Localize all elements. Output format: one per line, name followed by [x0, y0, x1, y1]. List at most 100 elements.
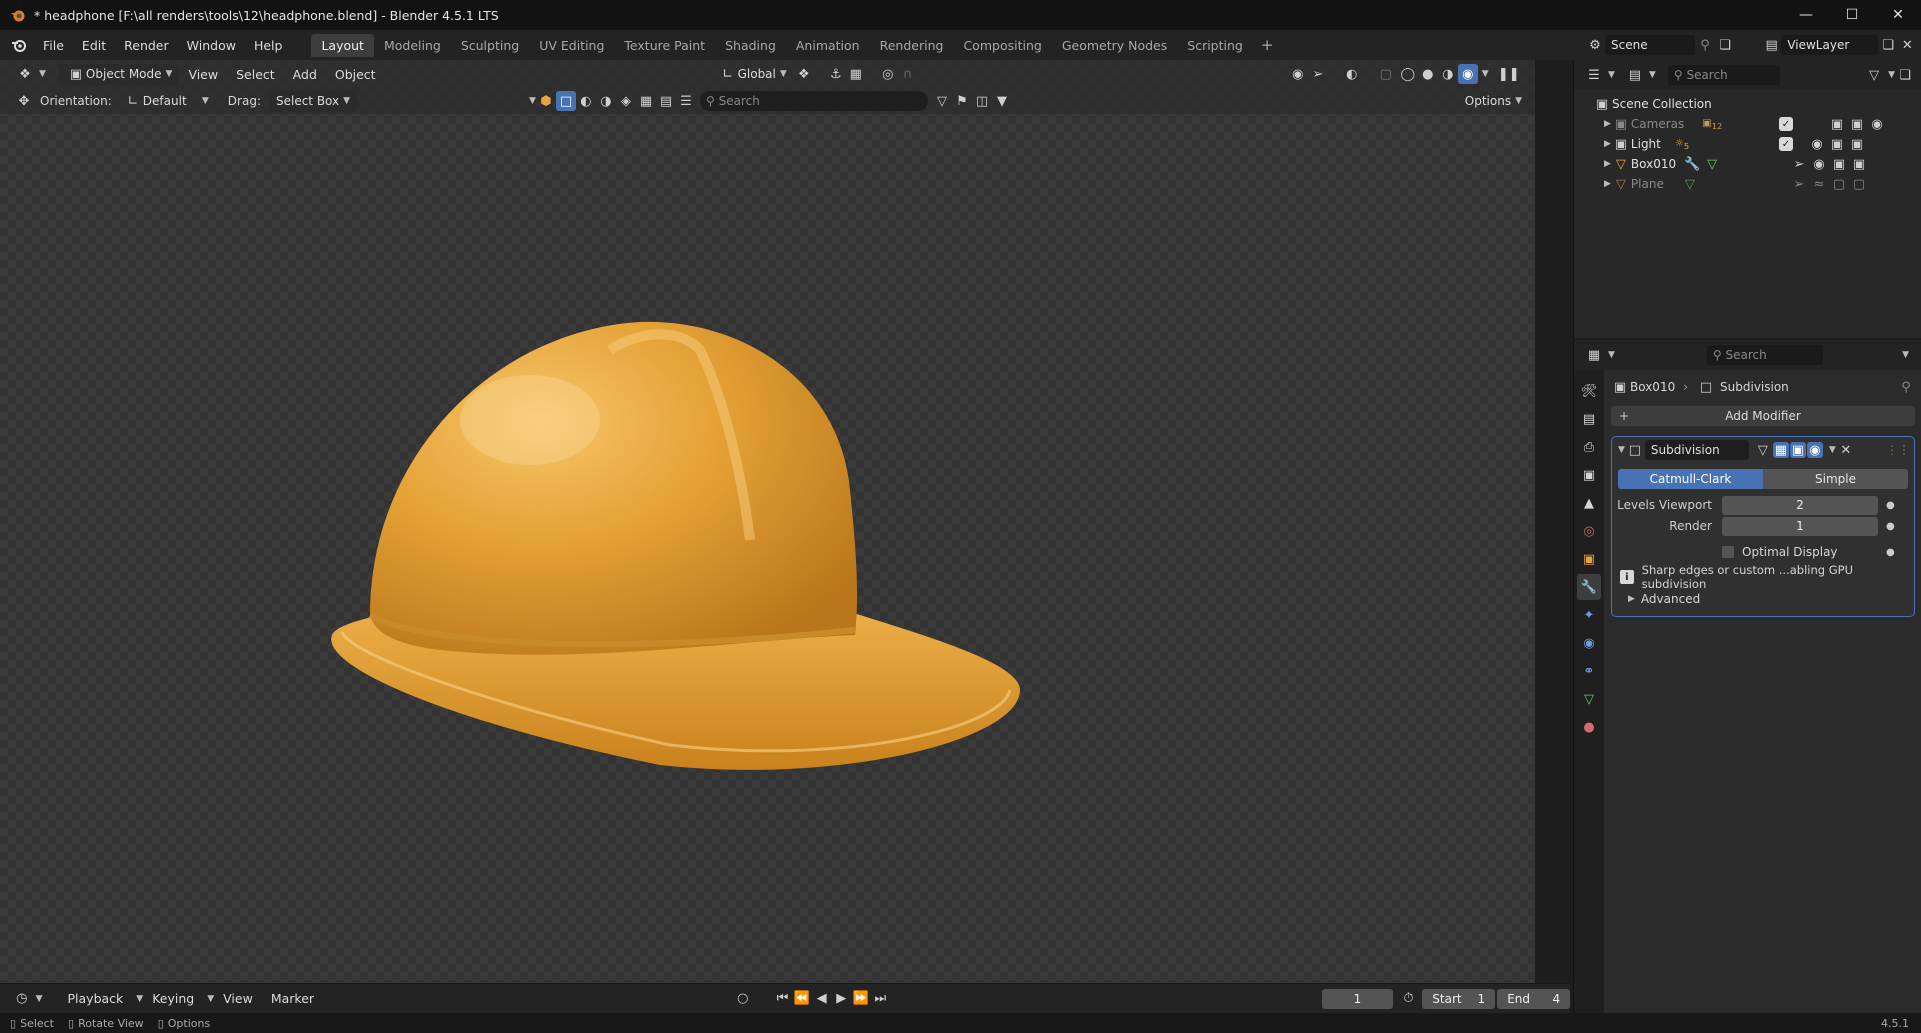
realtime-icon[interactable]: ▣	[1789, 442, 1806, 458]
collapse-icon[interactable]: ▼	[1618, 445, 1625, 455]
filter-sort-icon[interactable]: ☰	[676, 91, 696, 111]
exclude-checkbox[interactable]: ✓	[1779, 137, 1793, 151]
camera-render-icon[interactable]: ▣	[1847, 134, 1867, 154]
visibility-icon[interactable]: ◉	[1288, 64, 1308, 84]
keyframe-dot-icon[interactable]: ●	[1886, 521, 1895, 532]
selectable-icon[interactable]: ➢	[1789, 154, 1809, 174]
add-workspace-icon[interactable]: +	[1253, 36, 1282, 54]
options-dropdown[interactable]: Options ▼	[1458, 91, 1529, 112]
properties-editor-icon[interactable]: ▦	[1584, 345, 1604, 365]
drag-dropdown[interactable]: Select Box ▼	[268, 90, 358, 112]
vp-menu-select[interactable]: Select	[227, 67, 284, 82]
menu-file[interactable]: File	[34, 38, 73, 53]
pin-icon[interactable]: ⚲	[1695, 35, 1715, 55]
falloff-icon[interactable]: ∩	[898, 64, 918, 84]
on-cage-icon[interactable]: ▽	[1753, 440, 1773, 460]
shading-options-icon[interactable]: ▼	[1482, 69, 1489, 79]
jump-end-icon[interactable]: ⏭	[871, 989, 891, 1009]
3d-viewport[interactable]: ❖ ▼ ▣ Object Mode ▼ View Select Add Object …	[0, 60, 1535, 983]
outliner-search-input[interactable]: ⚲ Search	[1667, 65, 1780, 85]
maximize-icon[interactable]: ☐	[1829, 0, 1875, 30]
constraints-tab-icon[interactable]: ⚭	[1577, 658, 1601, 684]
menu-edit[interactable]: Edit	[73, 38, 115, 53]
sort-icon[interactable]: ◫	[972, 91, 992, 111]
select-extend-icon[interactable]: ◐	[576, 91, 596, 111]
tab-shading[interactable]: Shading	[715, 34, 786, 57]
new-scene-icon[interactable]: ❏	[1715, 35, 1735, 55]
timeline-editor-caret-icon[interactable]: ▼	[36, 994, 43, 1004]
select-invert-icon[interactable]: ◈	[616, 91, 636, 111]
jump-prev-keyframe-icon[interactable]: ⏪	[792, 989, 812, 1009]
tab-scripting[interactable]: Scripting	[1177, 34, 1253, 57]
rendered-shading-icon[interactable]: ◉	[1457, 64, 1478, 84]
tool-tab-icon[interactable]: 🛠	[1577, 378, 1601, 404]
display-mode-icon[interactable]: ▤	[1625, 65, 1645, 85]
output-tab-icon[interactable]: ⎙	[1577, 434, 1601, 460]
outliner-row-box010[interactable]: ▶ ▽ Box010 🔧 ▽ ➢ ◉ ▣ ▣	[1574, 154, 1921, 174]
display-mode-caret-icon[interactable]: ▼	[1649, 70, 1656, 80]
advanced-subpanel[interactable]: ▶ Advanced	[1612, 588, 1914, 610]
timeline-editor-icon[interactable]: ◷	[12, 989, 32, 1009]
expand-icon[interactable]: ▶	[1604, 119, 1611, 129]
modifier-name-field[interactable]: Subdivision	[1644, 440, 1749, 460]
start-frame-field[interactable]: Start 1	[1422, 988, 1496, 1009]
tab-modeling[interactable]: Modeling	[374, 34, 451, 57]
tab-compositing[interactable]: Compositing	[953, 34, 1051, 57]
keyframe-dot-icon[interactable]: ●	[1886, 547, 1895, 558]
overlays-icon[interactable]: ◐	[1342, 64, 1362, 84]
simple-button[interactable]: Simple	[1763, 469, 1908, 489]
modifier-menu-icon[interactable]: ▼	[1829, 445, 1836, 455]
material-shading-icon[interactable]: ◑	[1438, 64, 1458, 84]
scene-collection-row[interactable]: ▣ Scene Collection	[1574, 94, 1921, 114]
view-layer-name[interactable]: ViewLayer	[1781, 35, 1879, 55]
vp-menu-object[interactable]: Object	[326, 67, 385, 82]
timeline-menu-playback[interactable]: Playback	[59, 991, 133, 1006]
render-levels-field[interactable]: 1	[1722, 516, 1878, 536]
new-view-layer-icon[interactable]: ❏	[1878, 35, 1897, 55]
viewport-visibility-icon[interactable]: ▣	[1827, 114, 1847, 134]
select-mode-caret-icon[interactable]: ▼	[529, 96, 536, 106]
pin-icon[interactable]: ⚲	[1896, 377, 1916, 397]
auto-keying-icon[interactable]: ○	[733, 989, 753, 1009]
outliner-row-light[interactable]: ▶ ▣ Light ☼5 ✓ ◉ ▣ ▣	[1574, 134, 1921, 154]
camera-render-icon[interactable]: ▣	[1847, 114, 1867, 134]
material-tab-icon[interactable]: ●	[1577, 714, 1601, 740]
viewport-visibility-icon[interactable]: ▣	[1829, 154, 1849, 174]
tab-texture-paint[interactable]: Texture Paint	[614, 34, 715, 57]
physics-tab-icon[interactable]: ◉	[1577, 630, 1601, 656]
snap-icon[interactable]: ⚓	[826, 64, 846, 84]
vp-menu-add[interactable]: Add	[284, 67, 326, 82]
minimize-icon[interactable]: —	[1783, 0, 1829, 30]
transform-orientation-dropdown[interactable]: ∟ Global ▼	[711, 64, 794, 85]
remove-modifier-icon[interactable]: ✕	[1836, 440, 1856, 460]
eye-closed-icon[interactable]: ≈	[1809, 174, 1829, 194]
menu-render[interactable]: Render	[115, 38, 178, 53]
render-tab-icon[interactable]: ▤	[1577, 406, 1601, 432]
timeline-menu-view[interactable]: View	[214, 991, 262, 1006]
world-tab-icon[interactable]: ◎	[1577, 518, 1601, 544]
outliner-editor-caret-icon[interactable]: ▼	[1608, 70, 1615, 80]
solid-shading-icon[interactable]: ●	[1418, 64, 1438, 84]
gizmo-icon[interactable]: ➢	[1308, 64, 1328, 84]
mode-dropdown[interactable]: ▣ Object Mode ▼	[58, 63, 180, 85]
funnel-icon[interactable]: ▼	[992, 91, 1012, 111]
viewport-search-input[interactable]: ⚲ Search	[699, 91, 928, 111]
bookmark-icon[interactable]: ⚑	[952, 91, 972, 111]
tab-sculpting[interactable]: Sculpting	[451, 34, 529, 57]
selectable-icon[interactable]: ➢	[1789, 174, 1809, 194]
snap-target-icon[interactable]: ▦	[846, 64, 866, 84]
current-frame-field[interactable]: 1	[1322, 988, 1393, 1009]
preview-range-icon[interactable]: ⏱	[1399, 989, 1419, 1009]
play-icon[interactable]: ▶	[831, 989, 851, 1009]
modifier-tab-icon[interactable]: 🔧	[1577, 574, 1601, 600]
outliner-filter-caret-icon[interactable]: ▼	[1888, 70, 1895, 80]
wireframe-shading-icon[interactable]: ◯	[1398, 64, 1418, 84]
outliner-filter-icon[interactable]: ▽	[1864, 65, 1884, 85]
remove-view-layer-icon[interactable]: ✕	[1898, 35, 1917, 55]
view-layer-selector[interactable]: ▤ ViewLayer ❏ ✕	[1762, 34, 1917, 56]
tab-geometry-nodes[interactable]: Geometry Nodes	[1052, 34, 1177, 57]
levels-viewport-field[interactable]: 2	[1722, 495, 1878, 515]
jump-next-keyframe-icon[interactable]: ⏩	[851, 989, 871, 1009]
outliner-editor-icon[interactable]: ☰	[1584, 65, 1604, 85]
select-intersect-icon[interactable]: ▦	[636, 91, 656, 111]
